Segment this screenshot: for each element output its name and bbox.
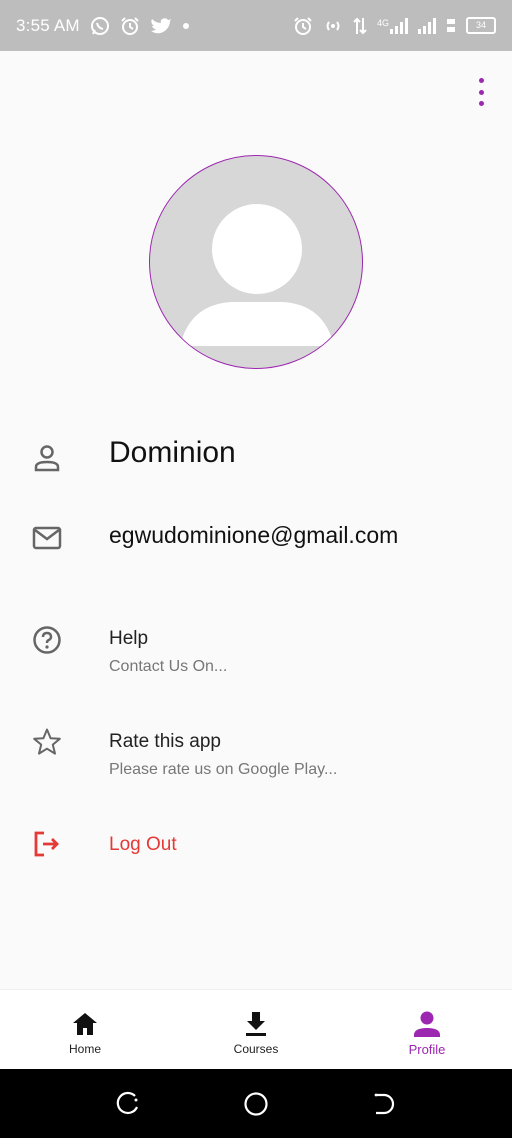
help-text: Help Contact Us On... bbox=[109, 628, 227, 676]
status-time: 3:55 AM bbox=[16, 15, 80, 35]
menu-dot bbox=[478, 78, 484, 83]
twitter-icon bbox=[150, 17, 172, 35]
data-transfer-icon bbox=[353, 17, 367, 35]
status-bar: 3:55 AM 4G 34 bbox=[0, 0, 512, 51]
star-outline-icon bbox=[31, 726, 63, 758]
system-navigation-bar bbox=[0, 1069, 512, 1138]
help-subtitle: Contact Us On... bbox=[109, 658, 228, 675]
menu-dot bbox=[478, 101, 484, 106]
recent-apps-button[interactable] bbox=[115, 1091, 141, 1117]
logout-icon bbox=[31, 828, 63, 860]
profile-avatar[interactable] bbox=[149, 155, 363, 369]
nav-profile[interactable]: Profile bbox=[342, 990, 512, 1070]
network-type: 4G bbox=[376, 17, 389, 28]
speed-icon bbox=[446, 17, 456, 35]
rate-app-subtitle: Please rate us on Google Play... bbox=[109, 761, 338, 778]
help-menu-item[interactable]: Help Contact Us On... bbox=[0, 620, 512, 690]
bottom-navigation: Home Courses Profile bbox=[0, 989, 512, 1069]
logout-menu-item[interactable]: Log Out bbox=[0, 826, 512, 866]
hotspot-icon bbox=[323, 17, 343, 35]
overflow-menu-icon[interactable] bbox=[470, 78, 492, 106]
rate-app-title: Rate this app bbox=[109, 731, 221, 752]
signal-icon: 4G bbox=[376, 17, 408, 34]
person-outline-icon bbox=[31, 442, 63, 474]
menu-dot bbox=[478, 89, 484, 95]
help-title: Help bbox=[109, 628, 149, 649]
signal-icon bbox=[418, 17, 436, 34]
person-icon bbox=[412, 1010, 442, 1038]
download-icon bbox=[244, 1010, 268, 1038]
home-icon bbox=[71, 1010, 99, 1038]
nav-home-label: Home bbox=[68, 1042, 101, 1056]
nav-profile-label: Profile bbox=[408, 1042, 446, 1057]
nav-courses[interactable]: Courses bbox=[171, 990, 341, 1070]
profile-name-row: Dominion bbox=[0, 436, 512, 476]
nav-home[interactable]: Home bbox=[0, 990, 170, 1070]
back-button[interactable] bbox=[371, 1091, 397, 1117]
help-icon bbox=[31, 624, 63, 656]
whatsapp-icon bbox=[90, 16, 110, 36]
rate-app-menu-item[interactable]: Rate this app Please rate us on Google P… bbox=[0, 723, 512, 793]
rate-app-text: Rate this app Please rate us on Google P… bbox=[109, 731, 337, 779]
home-button[interactable] bbox=[243, 1091, 269, 1117]
alarm-icon bbox=[293, 16, 313, 36]
notification-dot-icon bbox=[182, 22, 190, 30]
battery-icon: 34 bbox=[466, 17, 496, 34]
profile-name: Dominion bbox=[109, 436, 236, 469]
profile-email-row: egwudominione@gmail.com bbox=[0, 520, 512, 560]
logout-label: Log Out bbox=[109, 834, 177, 855]
mail-icon bbox=[31, 522, 63, 554]
alarm-icon bbox=[120, 16, 140, 36]
avatar-placeholder-icon bbox=[180, 204, 334, 346]
nav-courses-label: Courses bbox=[233, 1042, 279, 1056]
profile-email: egwudominione@gmail.com bbox=[109, 522, 399, 548]
